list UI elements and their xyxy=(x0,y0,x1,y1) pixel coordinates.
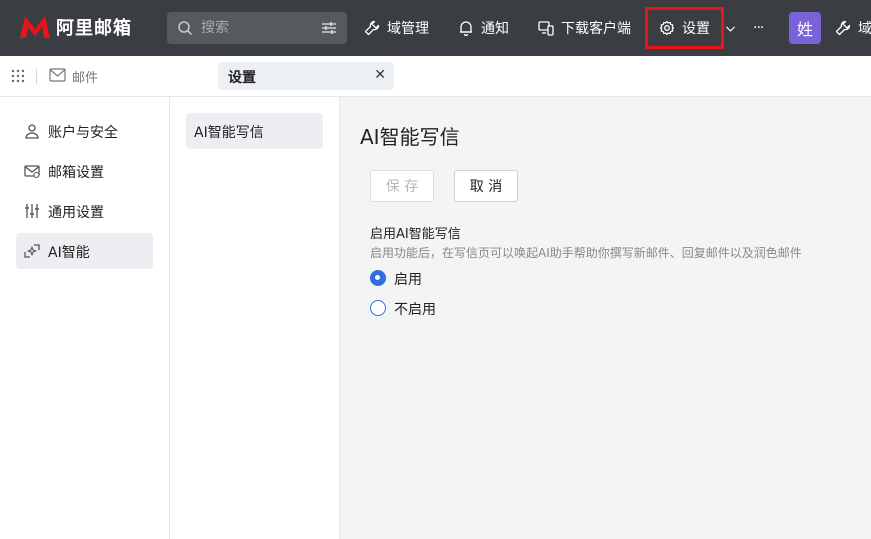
filter-icon[interactable] xyxy=(321,20,337,36)
mail-icon[interactable] xyxy=(49,68,66,82)
tab-divider xyxy=(36,69,37,84)
domain-admin-button[interactable]: 域管理 xyxy=(364,0,429,56)
settings-highlight-box xyxy=(645,7,724,49)
sidebar-item-label: 邮箱设置 xyxy=(48,165,104,181)
radio-disable-label[interactable]: 不启用 xyxy=(394,299,436,319)
logo-m-icon xyxy=(20,16,50,38)
sliders-icon xyxy=(25,204,39,218)
submenu-column: AI智能写信 xyxy=(170,97,340,539)
submenu-item-ai-writing[interactable]: AI智能写信 xyxy=(186,113,323,149)
page-title: AI智能写信 xyxy=(360,125,460,149)
section-title: 启用AI智能写信 xyxy=(370,227,461,242)
more-button[interactable]: ··· xyxy=(753,0,764,56)
notifications-label: 通知 xyxy=(481,21,509,37)
app-logo[interactable]: 阿里邮箱 xyxy=(18,14,132,40)
logo-text: 阿里邮箱 xyxy=(56,18,132,39)
download-client-label: 下载客户端 xyxy=(561,21,631,37)
search-input[interactable] xyxy=(201,18,311,38)
tab-settings[interactable]: 设置 ✕ xyxy=(218,62,394,90)
radio-enable[interactable] xyxy=(370,270,386,286)
sidebar-item-label: 通用设置 xyxy=(48,205,104,221)
sidebar-item-ai[interactable]: AI智能 xyxy=(16,233,153,269)
sidebar-item-label: AI智能 xyxy=(48,245,90,261)
top-bar: 阿里邮箱 域管理 通知 xyxy=(0,0,871,56)
download-client-button[interactable]: 下载客户端 xyxy=(538,0,631,56)
radio-enable-label[interactable]: 启用 xyxy=(394,269,422,289)
tab-settings-label: 设置 xyxy=(228,70,256,86)
settings-dropdown-toggle[interactable] xyxy=(724,0,737,56)
domain-label-truncated: 域 xyxy=(858,21,871,37)
sidebar-item-mailbox-settings[interactable]: 邮箱设置 xyxy=(16,153,153,189)
settings-sidebar: 账户与安全 邮箱设置 通用设置 AI智能 xyxy=(0,97,170,539)
more-icon: ··· xyxy=(753,20,764,36)
ai-sparkle-icon xyxy=(24,244,40,258)
bell-icon xyxy=(460,21,472,36)
sidebar-item-general-settings[interactable]: 通用设置 xyxy=(16,193,153,229)
close-icon[interactable]: ✕ xyxy=(374,67,386,83)
tab-bar: 邮件 设置 ✕ xyxy=(0,56,871,97)
wrench-icon xyxy=(364,20,380,36)
save-button[interactable]: 保 存 xyxy=(370,170,434,202)
notifications-button[interactable]: 通知 xyxy=(458,0,509,56)
avatar[interactable]: 姓 xyxy=(789,12,821,44)
settings-content: AI智能写信 保 存 取 消 启用AI智能写信 启用功能后，在写信页可以唤起AI… xyxy=(340,97,871,539)
cancel-button[interactable]: 取 消 xyxy=(454,170,518,202)
sidebar-item-account-security[interactable]: 账户与安全 xyxy=(16,113,153,149)
chevron-down-icon xyxy=(726,25,735,32)
submenu-item-label: AI智能写信 xyxy=(194,125,264,141)
sidebar-item-label: 账户与安全 xyxy=(48,125,118,141)
tab-mail[interactable]: 邮件 xyxy=(72,67,98,86)
apps-grid-icon[interactable] xyxy=(11,69,25,83)
search-box[interactable] xyxy=(167,12,347,44)
radio-disable[interactable] xyxy=(370,300,386,316)
wrench-icon xyxy=(835,20,851,36)
user-icon xyxy=(25,124,39,139)
domain-admin-label: 域管理 xyxy=(387,21,429,37)
mailbox-icon xyxy=(24,165,40,179)
section-description: 启用功能后，在写信页可以唤起AI助手帮助你撰写新邮件、回复邮件以及润色邮件 xyxy=(370,246,802,260)
domain-button-truncated[interactable]: 域 xyxy=(835,0,871,56)
search-icon xyxy=(178,21,193,36)
devices-icon xyxy=(538,21,554,36)
